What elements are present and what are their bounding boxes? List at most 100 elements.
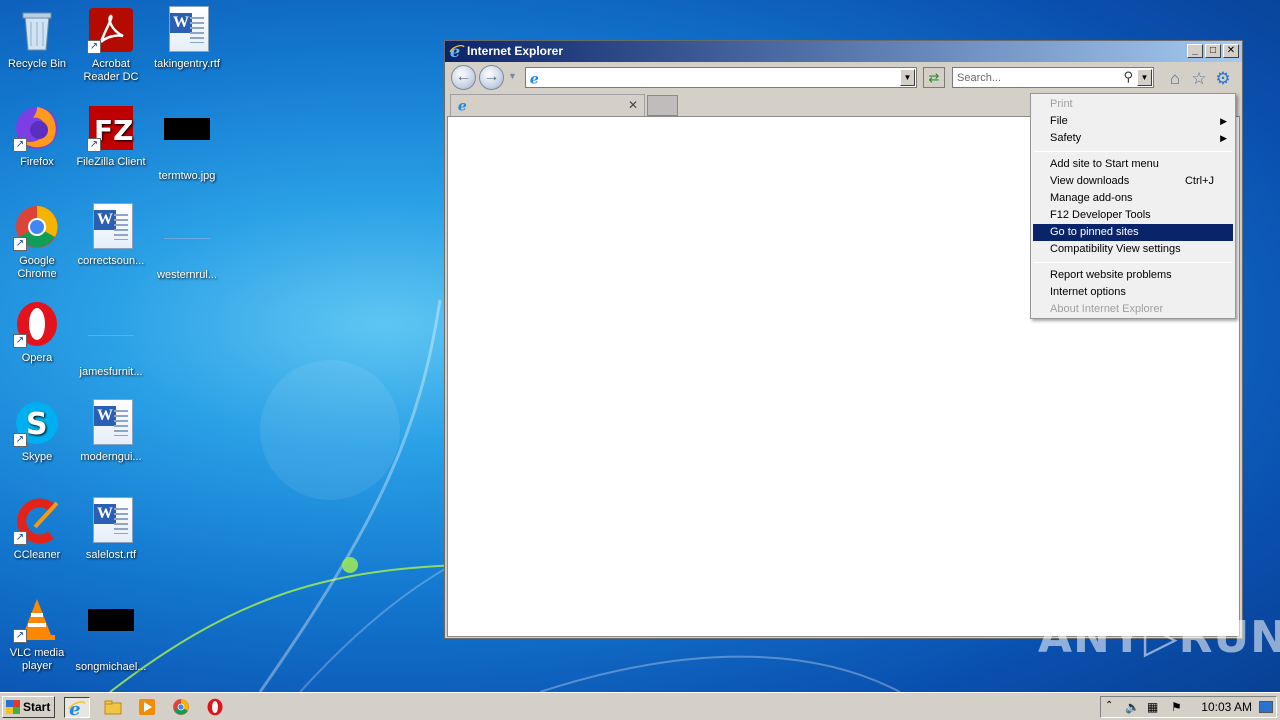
menu-item-about-internet-explorer: About Internet Explorer — [1033, 301, 1233, 318]
menu-item-print: Print — [1033, 96, 1233, 113]
desktop-icon-label: FileZilla Client — [76, 156, 146, 168]
vlc-cone-icon: ↗ — [13, 595, 61, 643]
chrome-icon: ↗ — [13, 203, 61, 251]
desktop-icon-google-chrome[interactable]: ↗ Google Chrome — [0, 203, 74, 281]
favorites-star-icon[interactable]: ☆ — [1189, 69, 1209, 89]
anyrun-watermark: ANY▷RUN — [1038, 612, 1280, 663]
minimize-button[interactable]: _ — [1187, 44, 1203, 58]
page-ie-icon: e — [530, 71, 539, 85]
search-icon[interactable]: ⚲ — [1123, 69, 1133, 85]
action-center-flag-icon[interactable]: ⚑ — [1171, 700, 1182, 714]
close-button[interactable]: ✕ — [1223, 44, 1239, 58]
menu-item-view-downloads[interactable]: View downloads Ctrl+J — [1033, 173, 1233, 190]
desktop-icon-takingentry[interactable]: W takingentry.rtf — [150, 6, 224, 71]
desktop-icon-ccleaner[interactable]: ↗ CCleaner — [0, 497, 74, 562]
taskbar: Start e ⌃ 🔈 ▦ ⚑ 10:03 AM — [0, 692, 1280, 720]
windows-flag-icon — [6, 700, 20, 714]
maximize-button[interactable]: □ — [1205, 44, 1221, 58]
desktop-icon-label: termtwo.jpg — [158, 170, 216, 182]
shortcut-arrow-icon: ↗ — [87, 40, 101, 54]
desktop-icon-opera[interactable]: ↗ Opera — [0, 300, 74, 365]
network-icon[interactable]: ▦ — [1147, 700, 1158, 714]
menu-item-f12-developer-tools[interactable]: F12 Developer Tools — [1033, 207, 1233, 224]
start-button[interactable]: Start — [2, 696, 55, 718]
desktop-icon-salelost[interactable]: W salelost.rtf — [74, 497, 148, 562]
menu-item-add-site-to-start-menu[interactable]: Add site to Start menu — [1033, 156, 1233, 173]
taskbar-chrome[interactable] — [168, 697, 194, 718]
menu-item-label: Internet options — [1050, 286, 1126, 298]
desktop-icon-skype[interactable]: S ↗ Skype — [0, 399, 74, 464]
folder-icon — [104, 700, 122, 715]
show-desktop-icon[interactable] — [1259, 701, 1273, 713]
address-dropdown-button[interactable]: ▼ — [900, 69, 915, 86]
ccleaner-icon: ↗ — [13, 497, 61, 545]
new-tab-button[interactable] — [647, 95, 678, 116]
show-hidden-icons-chevron-icon[interactable]: ⌃ — [1105, 700, 1113, 711]
taskbar-explorer[interactable] — [100, 697, 126, 718]
desktop-icon-jamesfurnit[interactable]: jamesfurnit... — [74, 300, 148, 379]
desktop-icon-termtwo[interactable]: termtwo.jpg — [150, 104, 224, 183]
tools-gear-icon[interactable]: ⚙ — [1213, 69, 1233, 89]
forward-button[interactable]: → — [479, 65, 504, 90]
volume-icon[interactable]: 🔈 — [1125, 700, 1140, 714]
desktop-icon-label: westernrul... — [157, 269, 217, 281]
desktop-icon-vlc[interactable]: ↗ VLC media player — [0, 595, 74, 673]
recent-pages-dropdown-icon[interactable]: ▼ — [508, 71, 517, 81]
search-dropdown-button[interactable]: ▼ — [1137, 69, 1152, 86]
desktop-icon-label: VLC media player — [9, 647, 65, 672]
desktop-icon-label: CCleaner — [13, 549, 61, 561]
word-document-icon: W — [163, 6, 211, 54]
desktop-icon-westernrul[interactable]: westernrul... — [150, 203, 224, 282]
refresh-button[interactable]: ⇄ — [923, 67, 945, 88]
desktop-icon-label: correctsoun... — [77, 255, 145, 267]
search-box[interactable]: ⚲ ▼ — [952, 67, 1154, 88]
filezilla-icon: FZ ↗ — [87, 104, 135, 152]
menu-item-label: File — [1050, 115, 1068, 127]
tools-menu: Print File ▶ Safety ▶ Add site to Start me… — [1030, 93, 1236, 319]
word-document-icon: W — [87, 399, 135, 447]
skype-icon: S ↗ — [13, 399, 61, 447]
menu-item-compatibility-view-settings[interactable]: Compatibility View settings — [1033, 241, 1233, 258]
clock[interactable]: 10:03 AM — [1201, 700, 1252, 714]
tab-close-icon[interactable]: ✕ — [628, 98, 638, 112]
shortcut-arrow-icon: ↗ — [87, 138, 101, 152]
desktop-icon-acrobat-reader[interactable]: ↗ Acrobat Reader DC — [74, 6, 148, 84]
menu-item-manage-add-ons[interactable]: Manage add-ons — [1033, 190, 1233, 207]
desktop-icon-correctsoun[interactable]: W correctsoun... — [74, 203, 148, 268]
desktop-icon-filezilla[interactable]: FZ ↗ FileZilla Client — [74, 104, 148, 169]
menu-item-go-to-pinned-sites[interactable]: Go to pinned sites — [1033, 224, 1233, 241]
navigation-bar: ← → ▼ e ▼ ⇄ ⚲ ▼ ⌂ ☆ ⚙ — [445, 62, 1242, 92]
menu-item-safety[interactable]: Safety ▶ — [1033, 130, 1233, 147]
file-icon — [163, 217, 211, 265]
menu-separator — [1034, 262, 1232, 263]
menu-item-label: Go to pinned sites — [1050, 226, 1139, 238]
menu-item-file[interactable]: File ▶ — [1033, 113, 1233, 130]
submenu-arrow-icon: ▶ — [1220, 116, 1227, 126]
home-icon[interactable]: ⌂ — [1165, 69, 1185, 89]
back-button[interactable]: ← — [451, 65, 476, 90]
taskbar-media-player[interactable] — [134, 697, 160, 718]
menu-item-internet-options[interactable]: Internet options — [1033, 284, 1233, 301]
firefox-icon: ↗ — [13, 104, 61, 152]
shortcut-arrow-icon: ↗ — [13, 433, 27, 447]
menu-item-report-website-problems[interactable]: Report website problems — [1033, 267, 1233, 284]
taskbar-opera[interactable] — [202, 697, 228, 718]
desktop-icon-recycle-bin[interactable]: Recycle Bin — [0, 6, 74, 71]
menu-shortcut: Ctrl+J — [1184, 175, 1214, 187]
desktop-icon-moderngui[interactable]: W moderngui... — [74, 399, 148, 464]
image-file-icon — [163, 118, 211, 166]
svg-text:e: e — [530, 71, 539, 85]
ie-titlebar[interactable]: e Internet Explorer _ □ ✕ — [445, 41, 1242, 62]
menu-item-label: Manage add-ons — [1050, 192, 1133, 204]
address-input[interactable] — [546, 70, 896, 86]
address-bar[interactable]: e ▼ — [525, 67, 917, 88]
search-input[interactable] — [957, 70, 1117, 86]
word-document-icon: W — [87, 203, 135, 251]
desktop-icon-firefox[interactable]: ↗ Firefox — [0, 104, 74, 169]
tab-blank[interactable]: e ✕ — [450, 94, 645, 116]
svg-text:e: e — [458, 98, 467, 112]
desktop-icon-label: Recycle Bin — [7, 58, 67, 70]
word-document-icon: W — [87, 497, 135, 545]
taskbar-internet-explorer[interactable]: e — [64, 697, 90, 720]
desktop-icon-songmichael[interactable]: songmichael... — [74, 595, 148, 674]
